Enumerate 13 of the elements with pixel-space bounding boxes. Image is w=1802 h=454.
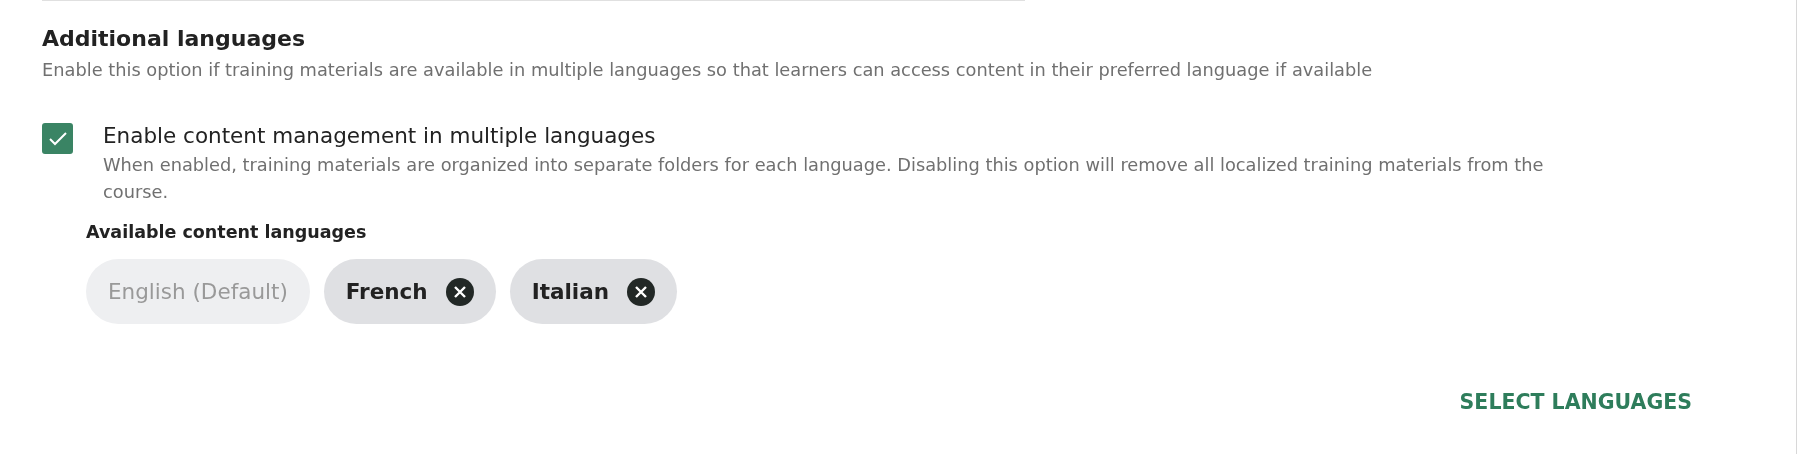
- chip-label: English (Default): [108, 279, 288, 304]
- checkbox-label[interactable]: Enable content management in multiple languages: [103, 121, 1563, 151]
- option-help-text: When enabled, training materials are organized into separate folders for each language. Disabling this option will remove all localized training materials from the course.: [103, 153, 1545, 204]
- section-title: Additional languages: [42, 25, 306, 53]
- languages-label: Available content languages: [86, 221, 368, 243]
- select-languages-button[interactable]: SELECT LANGUAGES: [1451, 386, 1700, 418]
- remove-icon[interactable]: [445, 277, 474, 306]
- remove-icon[interactable]: [627, 277, 655, 306]
- checkbox[interactable]: [42, 123, 73, 154]
- chip-label: Italian: [531, 279, 609, 304]
- chip-label: French: [345, 279, 428, 304]
- check-icon: [47, 130, 68, 147]
- section-description: Enable this option if training materials are available in multiple languages so that learners can access content in their preferred language if available: [42, 59, 1374, 81]
